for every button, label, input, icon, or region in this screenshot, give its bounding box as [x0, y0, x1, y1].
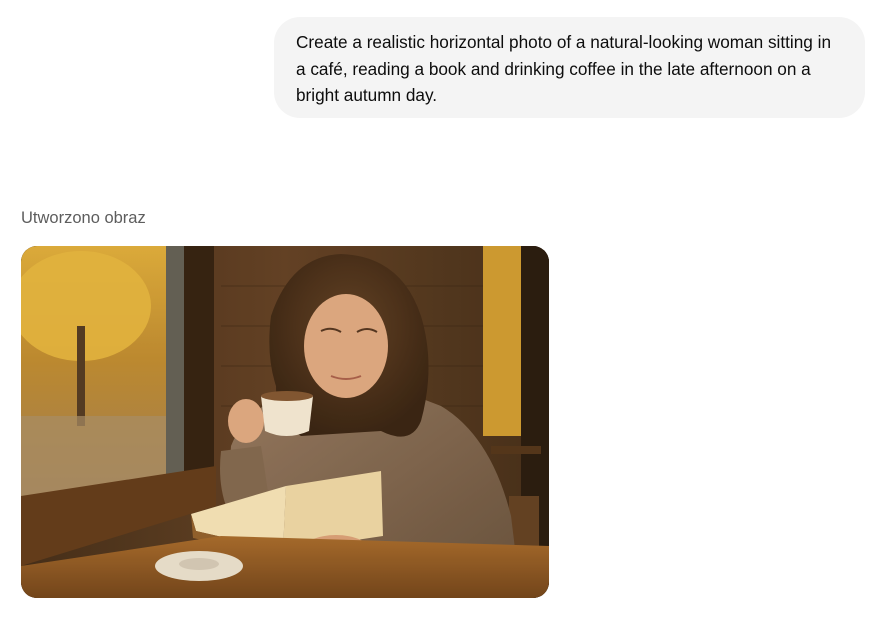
- user-message-bubble: Create a realistic horizontal photo of a…: [274, 17, 865, 118]
- user-message-text: Create a realistic horizontal photo of a…: [296, 32, 832, 105]
- image-created-label: Utworzono obraz: [21, 209, 146, 227]
- generated-image[interactable]: [21, 246, 549, 598]
